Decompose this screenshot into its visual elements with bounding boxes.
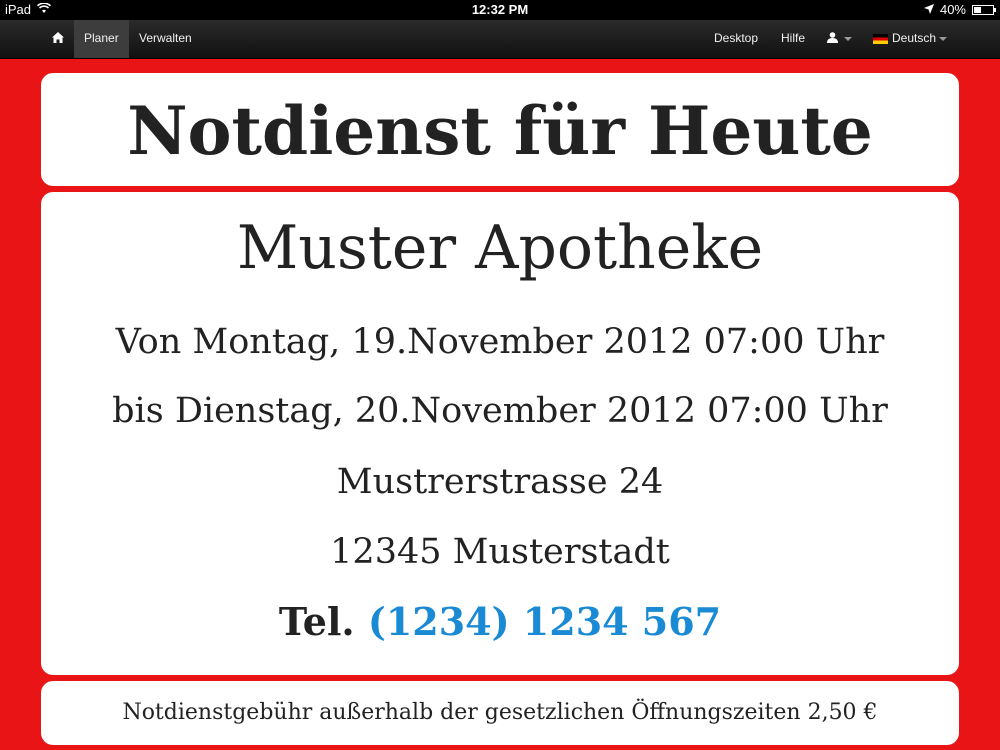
- fee-note: Notdienstgebühr außerhalb der gesetzlich…: [122, 700, 878, 725]
- home-icon: [52, 31, 64, 45]
- phone-line: Tel. (1234) 1234 567: [41, 600, 959, 644]
- nav-desktop[interactable]: Desktop: [704, 20, 768, 58]
- status-bar: iPad 12:32 PM 40%: [0, 0, 1000, 20]
- battery-icon: [972, 4, 996, 15]
- german-flag-icon: [873, 33, 888, 44]
- user-icon: [827, 31, 841, 45]
- nav-help[interactable]: Hilfe: [771, 20, 815, 58]
- pharmacy-card: Muster Apotheke Von Montag, 19.November …: [41, 192, 959, 675]
- title-card: Notdienst für Heute: [41, 73, 959, 186]
- page-title: Notdienst für Heute: [127, 92, 873, 170]
- chevron-down-icon: [939, 36, 948, 41]
- location-arrow-icon: [923, 2, 934, 17]
- language-menu[interactable]: Deutsch: [863, 20, 957, 58]
- chevron-down-icon: [844, 36, 853, 41]
- top-navbar: Planer Verwalten Desktop Hilfe Deutsch: [0, 20, 1000, 59]
- nav-home[interactable]: [42, 20, 74, 58]
- nav-verwalten[interactable]: Verwalten: [129, 20, 202, 58]
- battery-fill: [974, 6, 981, 13]
- clock: 12:32 PM: [471, 2, 529, 17]
- language-label: Deutsch: [892, 31, 937, 45]
- phone-label: Tel.: [278, 599, 355, 644]
- address-city: 12345 Musterstadt: [330, 532, 670, 572]
- address-street: Mustrerstrasse 24: [336, 462, 664, 502]
- fee-card: Notdienstgebühr außerhalb der gesetzlich…: [41, 681, 959, 745]
- duty-from: Von Montag, 19.November 2012 07:00 Uhr: [115, 322, 885, 362]
- user-menu[interactable]: [817, 20, 862, 58]
- battery-percent: 40%: [939, 2, 966, 17]
- pharmacy-name: Muster Apotheke: [236, 213, 764, 283]
- nav-planer[interactable]: Planer: [74, 20, 129, 58]
- duty-to: bis Dienstag, 20.November 2012 07:00 Uhr: [112, 391, 888, 431]
- phone-link[interactable]: (1234) 1234 567: [368, 599, 721, 644]
- status-right: 40%: [923, 2, 996, 17]
